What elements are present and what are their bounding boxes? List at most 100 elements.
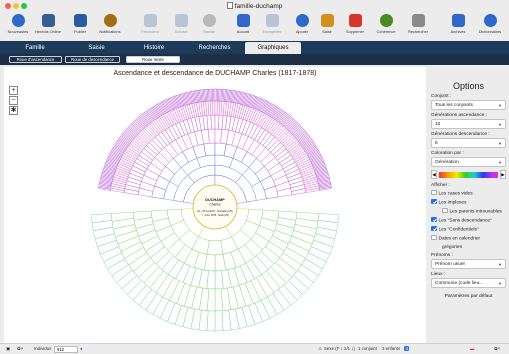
zoom-reset-button[interactable]: ✱: [9, 106, 18, 115]
chart-title: Ascendance et descendance de DUCHAMP Cha…: [113, 70, 317, 77]
chart-area: Ascendance et descendance de DUCHAMP Cha…: [4, 67, 426, 343]
gift-icon: [11, 14, 25, 27]
settings-menu-icon[interactable]: ✿˅: [494, 346, 500, 352]
root-given-name: Charles: [209, 203, 221, 207]
chevron-down-icon: ▼: [498, 262, 502, 267]
color-gradient: ◀ ▶: [431, 170, 506, 179]
ancestor-cell[interactable]: [203, 142, 216, 157]
toolbar-delete-x-button[interactable]: Supprimer: [339, 13, 371, 41]
option-check-6: grégorien: [431, 244, 509, 252]
sidebar-toggle-icon[interactable]: ▣: [6, 346, 10, 352]
zoom-out-button[interactable]: −: [9, 96, 18, 105]
zoom-in-button[interactable]: +: [9, 86, 18, 95]
toolbar-dictionary-button[interactable]: Dictionnaires: [474, 13, 506, 41]
toolbar-arrow-left-button[interactable]: Précédent: [134, 13, 166, 41]
conjoint-value: Tous les conjoints: [435, 103, 473, 108]
archives-icon: [451, 14, 465, 27]
toolbar-label: Enregistrer: [262, 29, 282, 34]
toolbar-cloud-book-button[interactable]: Heredis Online: [32, 13, 64, 41]
option-check-0[interactable]: Les cases vides: [431, 189, 509, 198]
checkbox[interactable]: [431, 216, 437, 222]
checkbox[interactable]: [431, 225, 437, 231]
lieux-select[interactable]: Commune (code lieu... ▼: [431, 278, 506, 288]
individus-count[interactable]: 812: [54, 346, 78, 353]
root-surname: DUCHAMP: [205, 198, 225, 202]
toolbar-label: Accueil: [236, 29, 250, 34]
tab-famille[interactable]: Famille: [7, 42, 63, 54]
zoom-controls: + − ✱: [9, 86, 18, 116]
title-bar: famille-duchamp: [0, 0, 509, 13]
default-settings-link[interactable]: Paramètres par défaut: [428, 294, 509, 299]
subtab-descendance[interactable]: Roue de descendance: [65, 56, 120, 63]
chevron-down-icon: ▼: [498, 103, 502, 108]
root-person-cell[interactable]: [192, 184, 238, 230]
conjoint-select[interactable]: Tous les conjoints ▼: [431, 100, 506, 110]
gen-asc-value: 10: [435, 122, 441, 127]
checkbox-label: grégorien: [442, 244, 463, 250]
toolbar-home-button[interactable]: Accueil: [227, 13, 259, 41]
gradient-next-button[interactable]: ▶: [500, 170, 506, 179]
info-icon[interactable]: ●: [80, 346, 83, 351]
display-checkboxes: Les cases vides Les implexes Les parents i…: [428, 189, 509, 252]
option-check-2[interactable]: Les parents introuvables: [431, 207, 509, 216]
toolbar-save-button[interactable]: Enregistrer: [256, 13, 288, 41]
flag-icon: ▬: [470, 346, 475, 351]
checkbox[interactable]: [442, 207, 448, 213]
pencil-icon: [320, 14, 334, 27]
checkbox[interactable]: [431, 189, 437, 195]
root-person-icon: [202, 14, 216, 27]
ancestor-cell[interactable]: [210, 114, 216, 130]
option-check-5[interactable]: Dates en calendrier: [431, 234, 509, 243]
option-check-4[interactable]: Les "Confidentiels": [431, 225, 509, 234]
tab-recherches[interactable]: Recherches: [182, 42, 247, 54]
checkbox[interactable]: [431, 198, 437, 204]
delete-x-icon: [348, 14, 362, 27]
option-check-3[interactable]: Les "Sans descendance": [431, 216, 509, 225]
root-death: † : 4 Avr 1878 - Nods (25): [201, 214, 229, 217]
gradient-prev-button[interactable]: ◀: [431, 170, 437, 179]
coloration-value: Génération: [435, 160, 459, 165]
gen-desc-value: 6: [435, 141, 438, 146]
fan-chart[interactable]: DUCHAMPCharles Né : 06 Juil 1817 - Pontar…: [4, 77, 426, 343]
gradient-bar: [439, 171, 498, 178]
toolbar-gift-button[interactable]: Nouveautés: [2, 13, 34, 41]
toolbar-publish-button[interactable]: Publier: [64, 13, 96, 41]
toolbar-archives-button[interactable]: Archives: [442, 13, 474, 41]
gear-icon[interactable]: ✿˅: [17, 346, 23, 352]
toolbar-label: Heredis Online: [35, 29, 61, 34]
chart-type-bar: Roue d'ascendance Roue de descendance Roue…: [0, 54, 509, 65]
toolbar-label: Publier: [73, 29, 87, 34]
dictionary-icon: [483, 14, 497, 27]
conjoint-info[interactable]: 1 conjoint: [358, 346, 377, 351]
toolbar-search-button[interactable]: Rechercher: [402, 13, 434, 41]
ancestor-cell[interactable]: [207, 128, 216, 144]
checkbox-label: Les parents introuvables: [449, 209, 502, 214]
tab-histoire[interactable]: Histoire: [128, 42, 180, 54]
subtab-ascendance[interactable]: Roue d'ascendance: [9, 56, 62, 63]
main-tabs: Famille Saisie Histoire Recherches Graphique…: [0, 41, 509, 54]
toolbar-bell-chat-button[interactable]: Notifications: [94, 13, 126, 41]
tab-saisie[interactable]: Saisie: [69, 42, 124, 54]
toolbar-check-coherence-button[interactable]: Cohérence: [370, 13, 402, 41]
toolbar-label: Notifications: [99, 29, 121, 34]
tab-graphiques[interactable]: Graphiques: [245, 42, 301, 54]
check-coherence-icon: [379, 14, 393, 27]
coloration-select[interactable]: Génération ▼: [431, 157, 506, 167]
plus-icon: [295, 14, 309, 27]
options-panel: Options Conjoint : Tous les conjoints ▼ G…: [428, 67, 509, 343]
chevron-down-icon: ▼: [498, 160, 502, 165]
ancestor-cell[interactable]: [212, 100, 216, 116]
descendant-cell[interactable]: [206, 240, 224, 256]
option-check-1[interactable]: Les implexes: [431, 198, 509, 207]
prenoms-select[interactable]: Prénom usuel ▼: [431, 259, 506, 269]
arrow-right-icon: [174, 14, 188, 27]
gen-asc-select[interactable]: 10 ▼: [431, 119, 506, 129]
subtab-mixte[interactable]: Roue mixte: [126, 56, 180, 63]
toolbar-root-person-button[interactable]: Racine: [193, 13, 225, 41]
enfants-info[interactable]: 3 enfants: [382, 346, 400, 351]
chevron-down-icon: ▼: [498, 122, 502, 127]
gen-desc-select[interactable]: 6 ▼: [431, 138, 506, 148]
descendant-cell[interactable]: [214, 310, 224, 332]
checkbox[interactable]: [431, 234, 437, 240]
enfants-badge: 3: [404, 346, 410, 351]
